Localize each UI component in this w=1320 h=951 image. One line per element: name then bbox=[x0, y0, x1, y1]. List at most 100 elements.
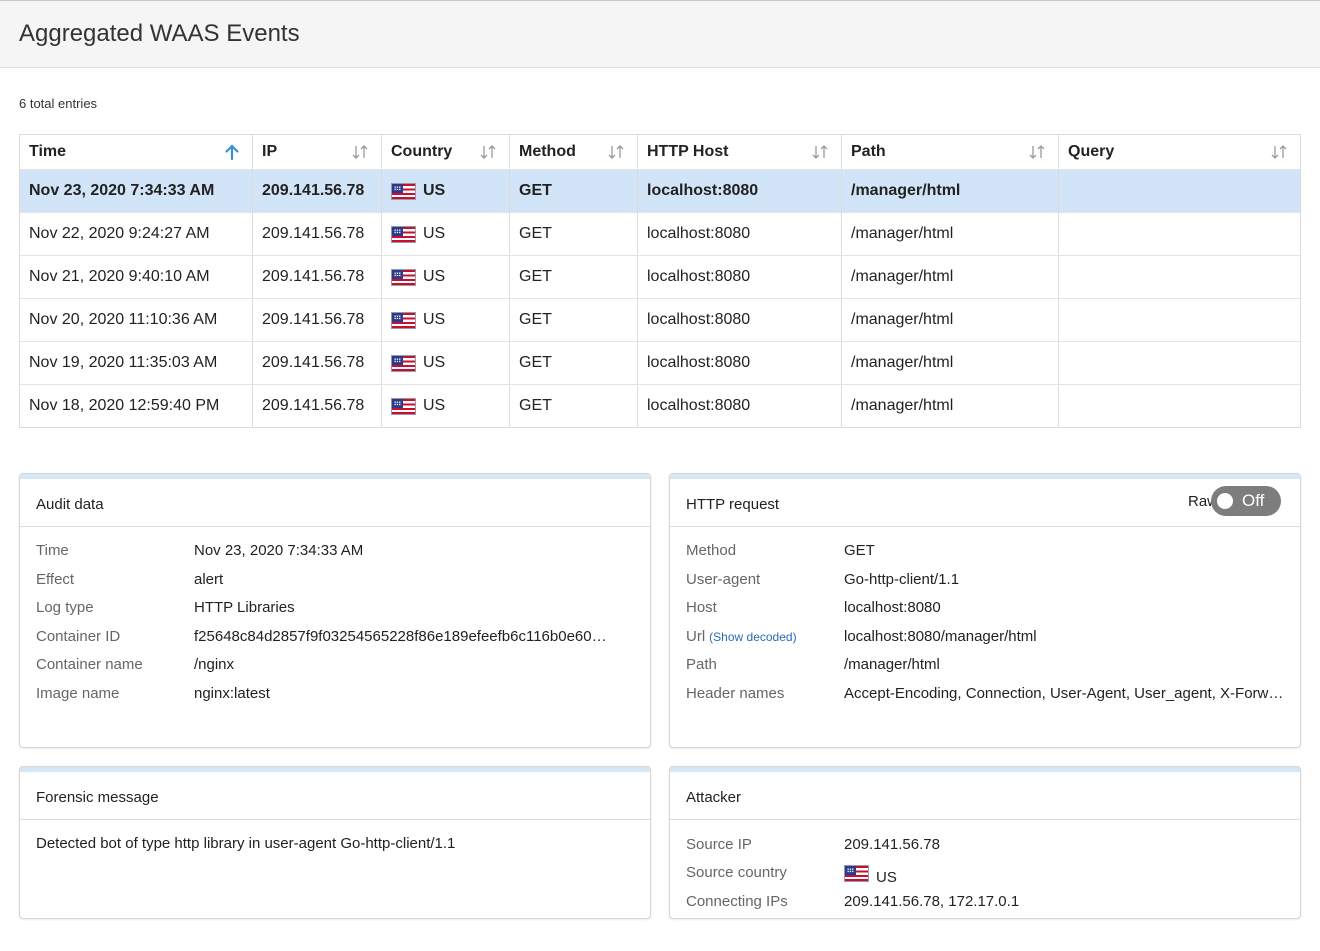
panel-title: HTTP request bbox=[686, 496, 780, 513]
http-request-panel: HTTP request Raw Off Method GET User-agen… bbox=[669, 473, 1301, 748]
field-value: localhost:8080/manager/html bbox=[844, 628, 1037, 645]
country-code: US bbox=[876, 869, 897, 886]
cell-query bbox=[1058, 299, 1300, 341]
cell-method: GET bbox=[509, 342, 637, 384]
field-value: GET bbox=[844, 542, 875, 559]
column-header-label: Time bbox=[29, 143, 67, 160]
cell-method: GET bbox=[509, 170, 637, 212]
cell-http-host: localhost:8080 bbox=[637, 213, 841, 255]
show-decoded-link[interactable]: (Show decoded) bbox=[709, 630, 796, 644]
audit-data-panel: Audit data Time Nov 23, 2020 7:34:33 AM E… bbox=[19, 473, 651, 748]
cell-ip: 209.141.56.78 bbox=[252, 342, 381, 384]
sort-ascending-icon[interactable] bbox=[220, 144, 242, 160]
field-label: Log type bbox=[36, 599, 94, 616]
field-label: Path bbox=[686, 656, 717, 673]
field-value: f25648c84d2857f9f03254565228f86e189efeef… bbox=[194, 628, 607, 645]
table-row[interactable]: Nov 18, 2020 12:59:40 PM 209.141.56.78 U… bbox=[20, 384, 1300, 427]
cell-ip: 209.141.56.78 bbox=[252, 170, 381, 212]
cell-time: Nov 22, 2020 9:24:27 AM bbox=[29, 225, 210, 242]
toggle-label: Off bbox=[1242, 491, 1265, 510]
cell-ip: 209.141.56.78 bbox=[252, 385, 381, 427]
field-value: alert bbox=[194, 571, 224, 588]
cell-country: US bbox=[381, 299, 509, 341]
field-value: 209.141.56.78 bbox=[844, 836, 940, 853]
toggle-knob bbox=[1217, 493, 1233, 509]
country-code: US bbox=[423, 182, 446, 199]
cell-http-host: localhost:8080 bbox=[637, 256, 841, 298]
country-code: US bbox=[423, 311, 446, 328]
cell-path: /manager/html bbox=[841, 342, 1058, 384]
field-value: Accept-Encoding, Connection, User-Agent,… bbox=[844, 685, 1284, 702]
country-code: US bbox=[423, 397, 446, 414]
field-value: Nov 23, 2020 7:34:33 AM bbox=[194, 542, 364, 559]
country-code: US bbox=[423, 225, 446, 242]
field-label-url: Url (Show decoded) bbox=[686, 628, 797, 645]
sort-icon[interactable] bbox=[349, 144, 371, 160]
page-title: Aggregated WAAS Events bbox=[19, 20, 300, 47]
column-header-label: Country bbox=[391, 143, 453, 160]
sort-icon[interactable] bbox=[1026, 144, 1048, 160]
forensic-message-text: Detected bot of type http library in use… bbox=[36, 835, 456, 852]
column-header-label: Query bbox=[1068, 143, 1115, 160]
column-header-label: Path bbox=[851, 143, 886, 160]
table-row[interactable]: Nov 19, 2020 11:35:03 AM 209.141.56.78 U… bbox=[20, 341, 1300, 384]
cell-time: Nov 21, 2020 9:40:10 AM bbox=[29, 268, 210, 285]
cell-query bbox=[1058, 342, 1300, 384]
table-header-row: Time IP Country Method HTTP Host Path Qu… bbox=[20, 135, 1300, 169]
column-header-method[interactable]: Method bbox=[509, 135, 637, 169]
raw-toggle[interactable]: Off bbox=[1211, 486, 1281, 516]
column-header-ip[interactable]: IP bbox=[252, 135, 381, 169]
us-flag-icon bbox=[391, 311, 416, 329]
cell-method: GET bbox=[509, 256, 637, 298]
sort-icon[interactable] bbox=[809, 144, 831, 160]
field-value: nginx:latest bbox=[194, 685, 270, 702]
attacker-panel: Attacker Source IP 209.141.56.78 Source c… bbox=[669, 766, 1301, 919]
cell-ip: 209.141.56.78 bbox=[252, 299, 381, 341]
table-row[interactable]: Nov 20, 2020 11:10:36 AM 209.141.56.78 U… bbox=[20, 298, 1300, 341]
field-value: 209.141.56.78, 172.17.0.1 bbox=[844, 893, 1020, 910]
total-entries-count: 6 total entries bbox=[19, 96, 98, 111]
divider bbox=[670, 526, 1300, 527]
sort-icon[interactable] bbox=[477, 144, 499, 160]
column-header-query[interactable]: Query bbox=[1058, 135, 1300, 169]
column-header-http-host[interactable]: HTTP Host bbox=[637, 135, 841, 169]
field-label: Connecting IPs bbox=[686, 893, 788, 910]
cell-time: Nov 23, 2020 7:34:33 AM bbox=[29, 182, 215, 199]
cell-path: /manager/html bbox=[841, 213, 1058, 255]
field-label: Host bbox=[686, 599, 717, 616]
panel-title: Audit data bbox=[36, 496, 104, 513]
cell-method: GET bbox=[509, 385, 637, 427]
cell-country: US bbox=[381, 213, 509, 255]
field-label: Time bbox=[36, 542, 69, 559]
divider bbox=[670, 819, 1300, 820]
sort-icon[interactable] bbox=[1268, 144, 1290, 160]
column-header-time[interactable]: Time bbox=[20, 135, 252, 169]
cell-country: US bbox=[381, 385, 509, 427]
field-value: /manager/html bbox=[844, 656, 940, 673]
cell-query bbox=[1058, 385, 1300, 427]
cell-http-host: localhost:8080 bbox=[637, 170, 841, 212]
field-label: Url bbox=[686, 628, 706, 645]
cell-http-host: localhost:8080 bbox=[637, 299, 841, 341]
cell-country: US bbox=[381, 342, 509, 384]
us-flag-icon bbox=[844, 865, 869, 882]
table-row[interactable]: Nov 23, 2020 7:34:33 AM 209.141.56.78 US… bbox=[20, 169, 1300, 212]
cell-query bbox=[1058, 170, 1300, 212]
us-flag-icon bbox=[391, 268, 416, 286]
column-header-path[interactable]: Path bbox=[841, 135, 1058, 169]
table-row[interactable]: Nov 21, 2020 9:40:10 AM 209.141.56.78 US… bbox=[20, 255, 1300, 298]
table-row[interactable]: Nov 22, 2020 9:24:27 AM 209.141.56.78 US… bbox=[20, 212, 1300, 255]
field-label: Header names bbox=[686, 685, 785, 702]
field-label: Source IP bbox=[686, 836, 752, 853]
field-label: Source country bbox=[686, 864, 787, 881]
cell-path: /manager/html bbox=[841, 385, 1058, 427]
divider bbox=[20, 819, 650, 820]
field-value: HTTP Libraries bbox=[194, 599, 295, 616]
column-header-label: IP bbox=[262, 143, 278, 160]
sort-icon[interactable] bbox=[605, 144, 627, 160]
column-header-country[interactable]: Country bbox=[381, 135, 509, 169]
panel-title: Attacker bbox=[686, 789, 742, 806]
field-value: US bbox=[844, 865, 1284, 886]
field-label: User-agent bbox=[686, 571, 761, 588]
panel-title: Forensic message bbox=[36, 789, 159, 806]
